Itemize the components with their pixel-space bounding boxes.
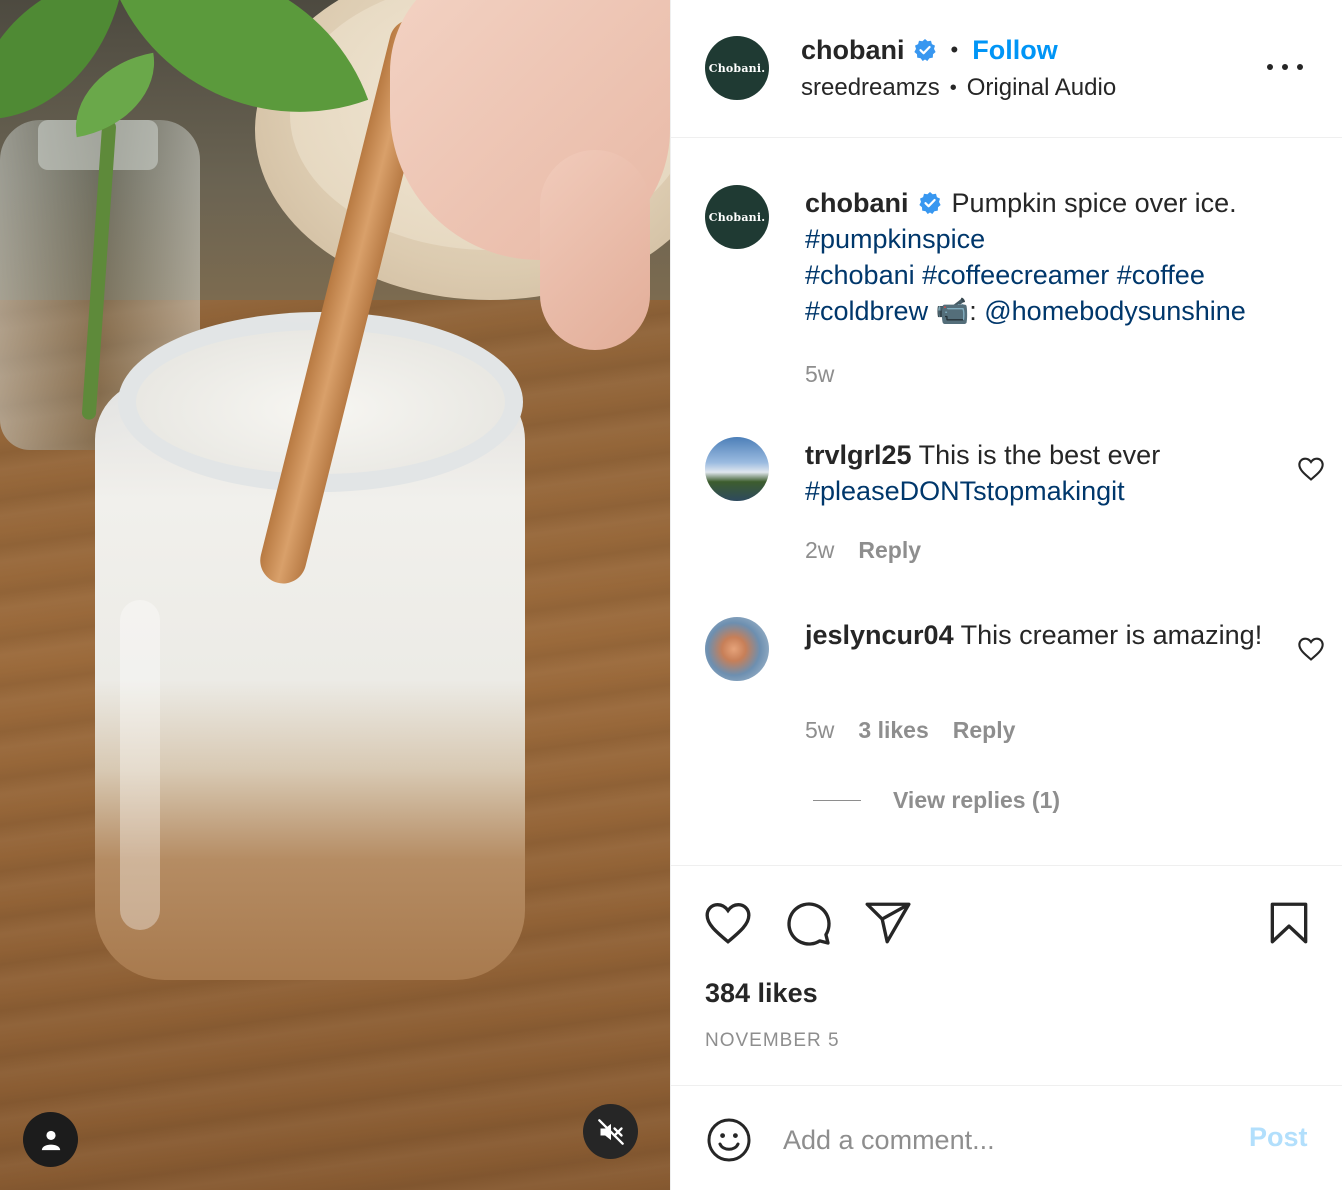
more-horizontal-icon [1282, 64, 1288, 70]
hashtag-link[interactable]: #pumpkinspice [805, 224, 985, 254]
post-date[interactable]: NOVEMBER 5 [705, 1030, 840, 1052]
hashtag-link[interactable]: #coldbrew [805, 296, 928, 326]
comment-item: trvlgrl25 This is the best ever #pleaseD… [705, 437, 1325, 577]
original-audio-link[interactable]: Original Audio [967, 74, 1116, 102]
separator-dot: • [949, 76, 957, 99]
separator-dot: • [950, 37, 959, 62]
comment-likes-count[interactable]: 3 likes [858, 717, 928, 744]
speaker-muted-icon [597, 1118, 624, 1145]
paper-plane-icon[interactable] [863, 898, 913, 948]
verified-badge-icon [919, 192, 941, 214]
comments-thread[interactable]: Chobani. chobani Pumpkin spice over ice.… [671, 139, 1342, 865]
reply-button[interactable]: Reply [858, 537, 921, 564]
view-replies-button[interactable]: View replies (1) [813, 787, 1060, 814]
caption-body: Pumpkin spice over ice. [951, 188, 1237, 218]
post-comment-button[interactable]: Post [1249, 1122, 1308, 1153]
post-sidebar: Chobani. chobani • Follow sreedreamzs • … [670, 0, 1342, 1190]
audio-row: sreedreamzs • Original Audio [801, 74, 1116, 102]
caption-author-avatar[interactable]: Chobani. [705, 185, 769, 249]
hashtag-link[interactable]: #pleaseDONTstopmakingit [805, 476, 1125, 506]
caption-username[interactable]: chobani [805, 188, 909, 218]
media-finger [540, 150, 650, 350]
commenter-username[interactable]: jeslyncur04 [805, 620, 954, 650]
commenter-avatar[interactable] [705, 437, 769, 501]
comment-meta: 5w 3 likes Reply [805, 717, 1015, 744]
bookmark-icon[interactable] [1264, 898, 1314, 948]
add-comment-bar: Post [671, 1085, 1342, 1190]
follow-button[interactable]: Follow [972, 35, 1057, 66]
commenter-username[interactable]: trvlgrl25 [805, 440, 912, 470]
heart-icon[interactable] [703, 898, 753, 948]
tagged-users-button[interactable] [23, 1112, 78, 1167]
author-username[interactable]: chobani [801, 35, 905, 66]
more-horizontal-icon [1267, 64, 1273, 70]
comment-body: This creamer is amazing! [960, 620, 1263, 650]
comment-body: This is the best ever [918, 440, 1161, 470]
media-jar-shine [120, 600, 160, 930]
caption: Chobani. chobani Pumpkin spice over ice.… [705, 185, 1325, 395]
caption-timestamp[interactable]: 5w [805, 361, 834, 388]
comment-timestamp[interactable]: 2w [805, 537, 834, 564]
post-actions: 384 likes NOVEMBER 5 [671, 865, 1342, 1085]
comment-timestamp[interactable]: 5w [805, 717, 834, 744]
like-comment-heart-icon[interactable] [1297, 635, 1325, 663]
smiley-icon[interactable] [705, 1116, 753, 1164]
hashtag-link[interactable]: #chobani [805, 260, 915, 290]
comment-meta: 2w Reply [805, 537, 921, 564]
credit-separator: : [969, 296, 977, 326]
verified-badge-icon [913, 39, 936, 61]
comment-text: jeslyncur04 This creamer is amazing! [805, 617, 1295, 653]
video-camera-icon: 📹 [935, 296, 970, 326]
author-avatar[interactable]: Chobani. [705, 36, 769, 100]
caption-meta: 5w [805, 361, 834, 388]
author-name-row: chobani • Follow [801, 32, 1058, 68]
caption-text: chobani Pumpkin spice over ice. #pumpkin… [805, 185, 1295, 329]
like-comment-heart-icon[interactable] [1297, 455, 1325, 483]
more-options-button[interactable] [1267, 52, 1303, 82]
hashtag-link[interactable]: #coffee [1117, 260, 1205, 290]
comment-text: trvlgrl25 This is the best ever #pleaseD… [805, 437, 1295, 509]
reply-button[interactable]: Reply [953, 717, 1016, 744]
more-horizontal-icon [1297, 64, 1303, 70]
commenter-avatar[interactable] [705, 617, 769, 681]
hashtag-link[interactable]: #coffeecreamer [922, 260, 1109, 290]
likes-count[interactable]: 384 likes [705, 978, 818, 1009]
comment-item: jeslyncur04 This creamer is amazing! 5w … [705, 617, 1325, 757]
mention-link[interactable]: @homebodysunshine [984, 296, 1246, 326]
view-replies-label: View replies (1) [893, 787, 1061, 813]
mute-toggle-button[interactable] [583, 1104, 638, 1159]
comment-icon[interactable] [783, 898, 833, 948]
post-media[interactable] [0, 0, 670, 1190]
comment-input[interactable] [783, 1116, 1203, 1164]
post-header: Chobani. chobani • Follow sreedreamzs • … [671, 0, 1342, 138]
audio-owner-link[interactable]: sreedreamzs [801, 74, 940, 102]
person-icon [41, 1130, 60, 1150]
replies-divider-line [813, 800, 861, 801]
